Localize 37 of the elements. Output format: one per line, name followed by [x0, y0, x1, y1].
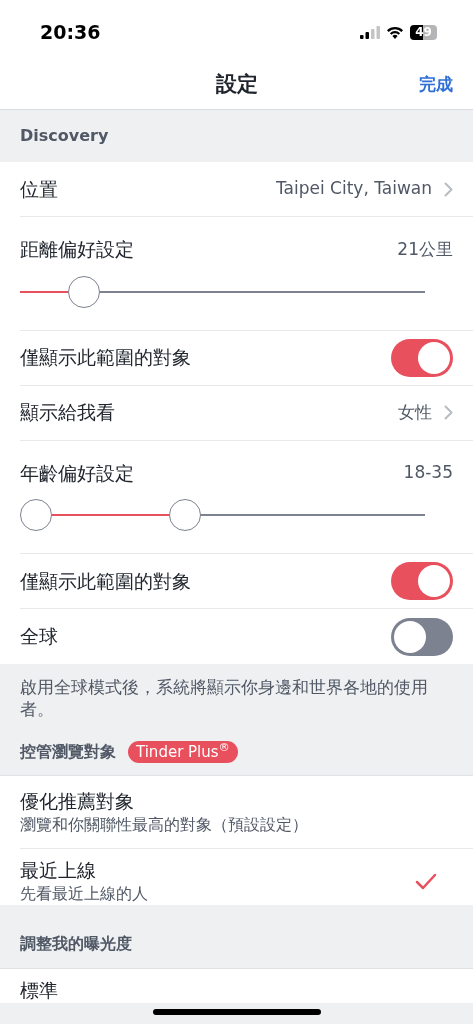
option-title[interactable]: 優化推薦對象	[20, 788, 308, 814]
setting-label: 全球	[20, 624, 58, 650]
slider-thumb[interactable]	[20, 499, 52, 531]
status-time: 20:36	[40, 19, 101, 45]
slider[interactable]	[20, 499, 425, 531]
section-header: 調整我的曝光度	[20, 933, 132, 955]
done-button[interactable]: 完成	[419, 71, 453, 98]
battery-level: 49	[410, 24, 437, 40]
setting-label: 僅顯示此範圍的對象	[20, 568, 191, 594]
chevron-right-icon	[444, 405, 453, 420]
slider[interactable]	[20, 275, 425, 308]
toggle-switch[interactable]	[391, 338, 453, 377]
setting-label: 年齡偏好設定	[20, 460, 134, 486]
slider-thumb[interactable]	[68, 275, 101, 308]
option-subtitle: 瀏覽和你關聯性最高的對象（預設設定）	[20, 814, 308, 836]
setting-label: 顯示給我看	[20, 400, 115, 426]
toggle-switch[interactable]	[391, 562, 453, 600]
setting-label: 僅顯示此範圍的對象	[20, 345, 191, 371]
chevron-right-icon	[444, 181, 453, 197]
setting-value[interactable]: 女性	[398, 399, 432, 426]
option-title[interactable]: 標準	[20, 977, 58, 1003]
global-mode-note: 啟用全球模式後，系統將顯示你身邊和世界各地的使用者。	[20, 676, 429, 720]
page-title: 設定	[215, 70, 258, 98]
section-header: 控管瀏覽對象	[20, 740, 116, 763]
slider-thumb[interactable]	[169, 499, 202, 531]
toggle-switch[interactable]	[391, 617, 453, 656]
setting-label: 位置	[20, 176, 58, 202]
slider-reading: 18-35	[403, 461, 453, 484]
option-subtitle: 先看最近上線的人	[20, 883, 148, 905]
signal-icon	[360, 25, 380, 39]
plan-badge: Tinder Plus$^{®}$	[128, 740, 238, 763]
setting-label: 距離偏好設定	[20, 237, 134, 262]
slider-reading: 21公里	[397, 237, 453, 261]
option-title[interactable]: 最近上線	[20, 857, 148, 883]
setting-value[interactable]: Taipei City, Taiwan	[275, 176, 432, 202]
section-header: Discovery	[20, 125, 109, 147]
wifi-icon	[386, 25, 404, 39]
